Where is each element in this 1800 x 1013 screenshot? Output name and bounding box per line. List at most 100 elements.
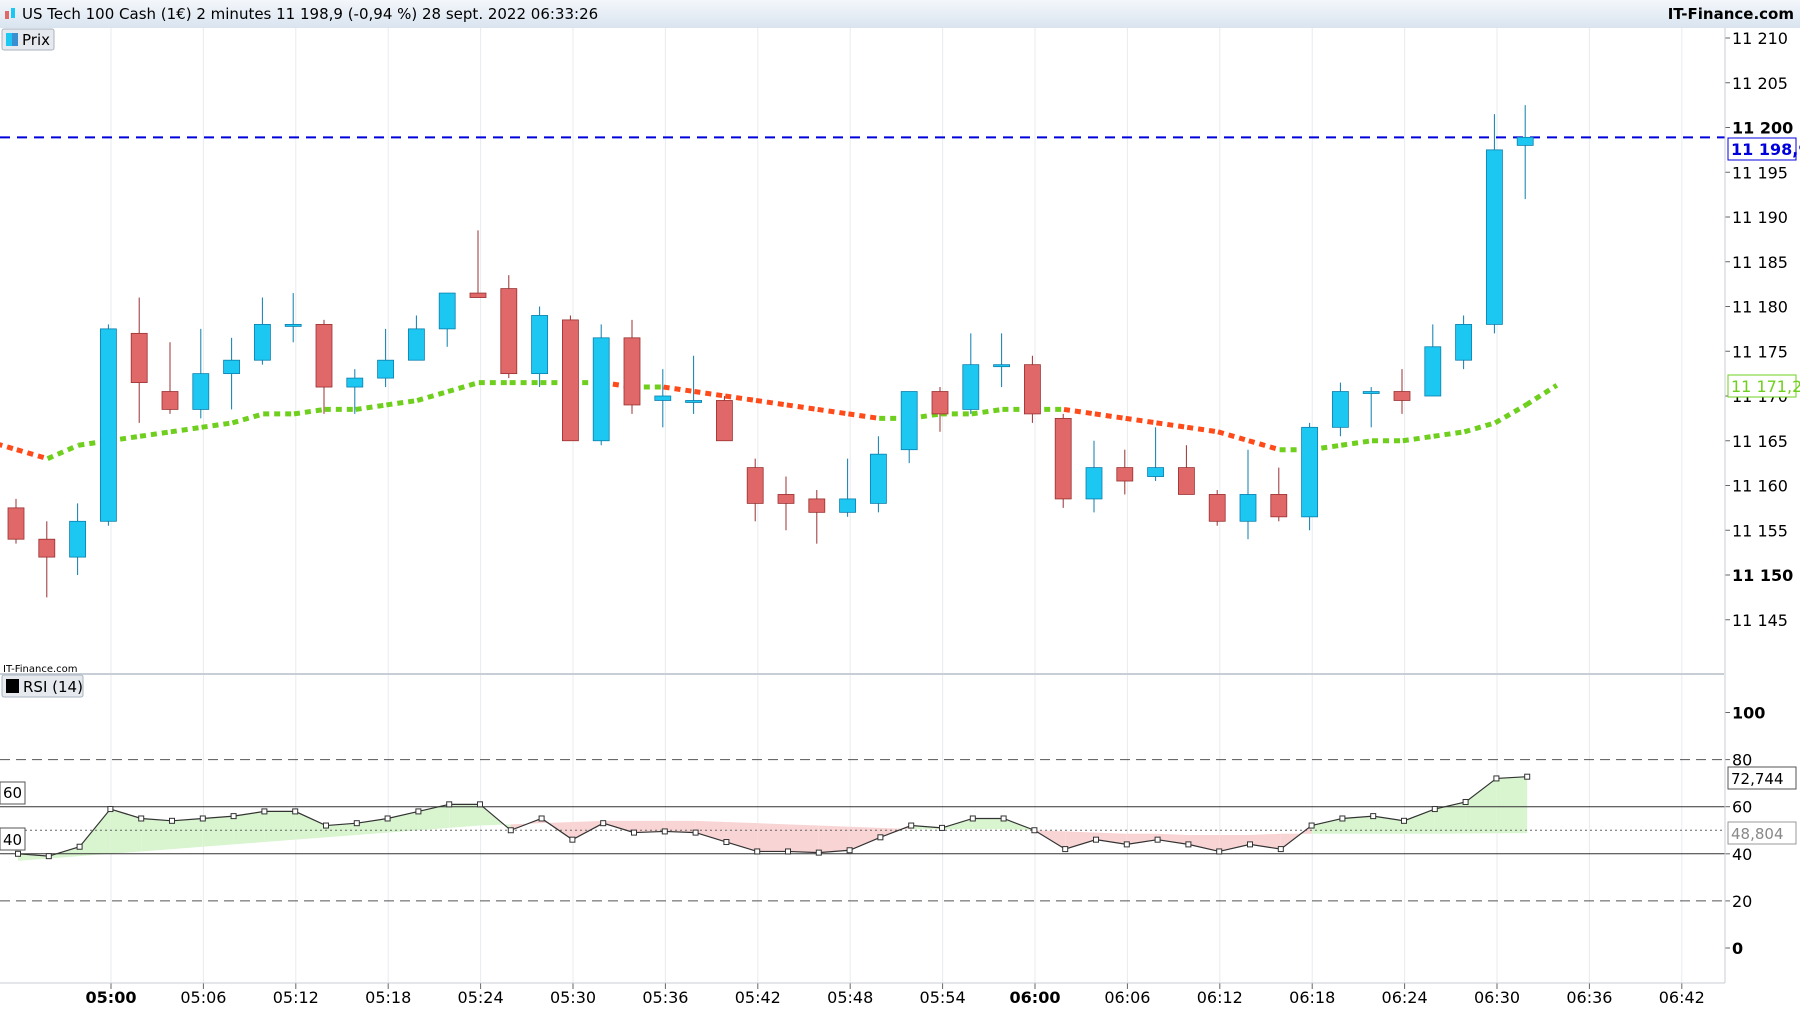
rsi-tick-label: 100 (1732, 704, 1765, 723)
svg-text:72,744: 72,744 (1731, 770, 1784, 788)
svg-text:60: 60 (3, 784, 22, 802)
rsi-fill (757, 823, 788, 852)
price-tick-label: 11 160 (1732, 477, 1788, 496)
candle-up (438, 292, 456, 330)
price-tick-label: 11 185 (1732, 253, 1788, 272)
rsi-fill (202, 816, 234, 847)
rsi-fill (1496, 776, 1528, 834)
price-tick-label: 11 210 (1732, 29, 1788, 48)
rsi-upper-box: 60 (0, 781, 26, 805)
candle-up (1301, 426, 1318, 518)
rsi-point (323, 822, 329, 829)
price-legend[interactable]: Prix (1, 28, 55, 51)
candle-up (377, 359, 395, 379)
rsi-legend-label: RSI (14) (23, 678, 83, 696)
rsi-point (1431, 806, 1438, 813)
price-tick-label: 11 145 (1732, 611, 1788, 630)
candle-up (654, 395, 672, 401)
rsi-point (76, 843, 83, 850)
candle-down (7, 507, 25, 540)
rsi-tick-label: 20 (1732, 892, 1752, 911)
rsi-point (1031, 827, 1038, 834)
rsi-average-label: 48,804 (1727, 821, 1797, 845)
candle-up (1239, 494, 1257, 522)
rsi-point (815, 849, 822, 856)
time-tick-label: 05:18 (365, 988, 411, 1007)
candle-up (900, 391, 918, 451)
rsi-legend[interactable]: RSI (14) (1, 674, 84, 698)
svg-text:11 171,2: 11 171,2 (1731, 377, 1800, 396)
rsi-point (415, 808, 422, 815)
rsi-point (1524, 773, 1531, 780)
rsi-point (600, 820, 607, 827)
rsi-point (631, 829, 637, 836)
price-legend-label: Prix (22, 31, 50, 49)
time-tick-label: 05:12 (273, 988, 319, 1007)
time-tick-label: 06:24 (1382, 988, 1428, 1007)
price-tick-label: 11 165 (1732, 432, 1788, 451)
rsi-fill (664, 820, 696, 833)
candle-down (777, 494, 795, 504)
price-tick-label: 11 195 (1732, 163, 1788, 182)
time-tick-label: 06:36 (1566, 988, 1612, 1007)
time-tick-label: 06:06 (1104, 988, 1150, 1007)
candle-up (870, 453, 887, 504)
svg-text:40: 40 (3, 831, 22, 849)
candle-down (130, 332, 148, 383)
time-tick-label: 05:24 (458, 988, 504, 1007)
price-tick-label: 11 175 (1732, 342, 1788, 361)
rsi-fill (449, 804, 480, 828)
rsi-fill (788, 824, 819, 853)
rsi-point (1339, 815, 1346, 822)
candle-up (1147, 467, 1164, 477)
candle-down (469, 292, 487, 298)
candle-up (839, 498, 856, 513)
rsi-fill (172, 818, 203, 850)
time-tick-label: 06:18 (1289, 988, 1335, 1007)
price-tick-label: 11 180 (1732, 298, 1788, 317)
rsi-tick-label: 40 (1732, 845, 1752, 864)
rsi-point (169, 817, 175, 824)
rsi-point (1462, 798, 1469, 805)
rsi-point (477, 801, 483, 808)
candle-up (531, 315, 548, 375)
candle-up (69, 520, 86, 558)
candle-up (1516, 136, 1534, 146)
rsi-point (846, 847, 853, 854)
candle-up (223, 359, 241, 375)
candle-up (253, 323, 271, 361)
rsi-tick-label: 0 (1732, 939, 1743, 958)
candle-down (38, 538, 56, 558)
candle-up (1424, 346, 1442, 397)
rsi-point (939, 824, 945, 831)
rsi-point (384, 815, 391, 822)
rsi-point (1185, 841, 1192, 848)
candle-down (562, 319, 579, 442)
rsi-point (138, 815, 145, 822)
time-tick-label: 06:00 (1010, 988, 1061, 1007)
candle-down (1208, 494, 1226, 522)
candle-down (746, 467, 764, 504)
rsi-point (15, 850, 21, 857)
rsi-point (1154, 836, 1161, 843)
candle-down (1393, 391, 1411, 401)
watermark: IT-Finance.com (3, 664, 78, 675)
candle-up (100, 328, 117, 522)
rsi-fill (818, 825, 850, 853)
rsi-point (692, 829, 699, 836)
rsi-point (1277, 846, 1284, 853)
candle-down (808, 498, 826, 513)
candle-down (1270, 494, 1288, 518)
price-tick-label: 11 205 (1732, 74, 1788, 93)
rsi-point (507, 827, 514, 834)
rsi-fill (1342, 816, 1374, 834)
candle-up (592, 337, 610, 442)
candle-down (716, 400, 733, 442)
rsi-point (723, 839, 730, 846)
price-tick-label: 11 200 (1732, 119, 1793, 138)
rsi-tick-label: 60 (1732, 798, 1752, 817)
time-tick-label: 06:30 (1474, 988, 1520, 1007)
rsi-point (1000, 815, 1007, 822)
candle-up (346, 377, 364, 388)
price-legend-icon (6, 33, 12, 46)
